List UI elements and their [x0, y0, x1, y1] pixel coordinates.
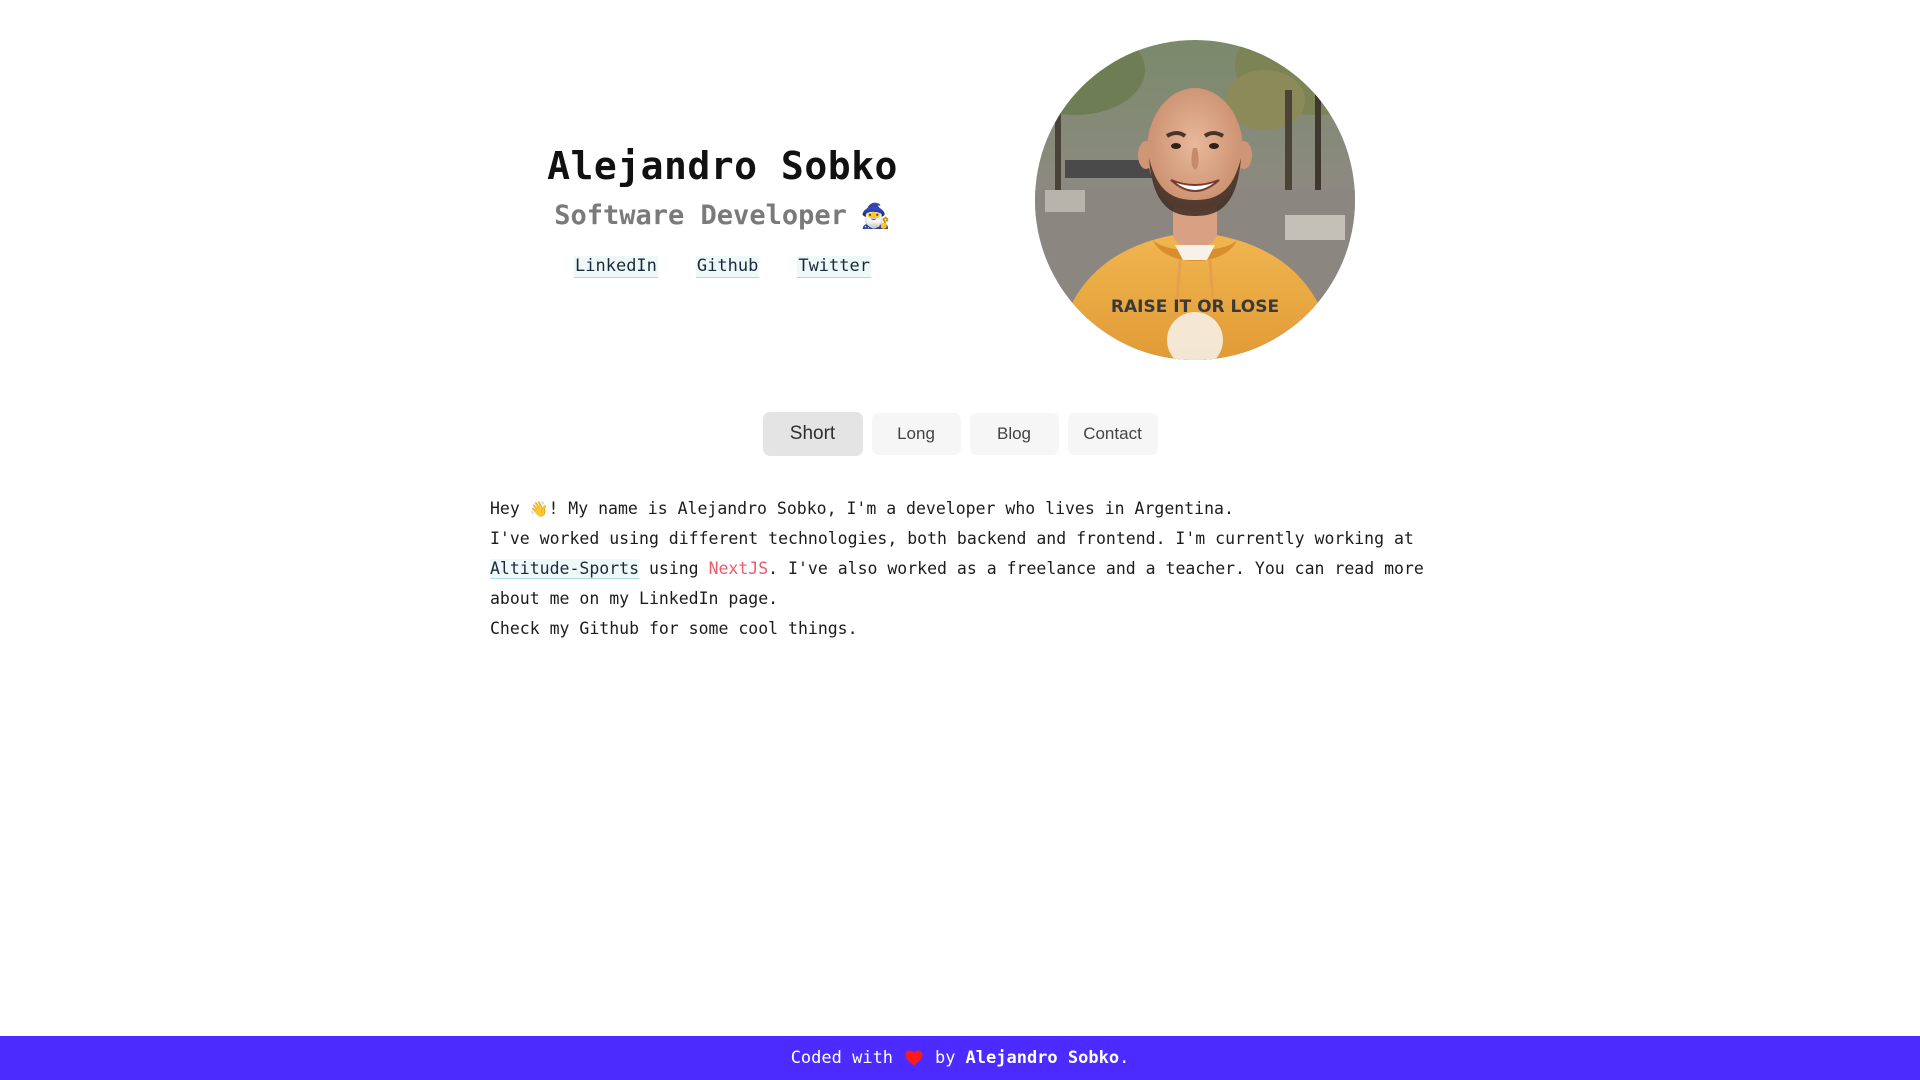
footer: Coded with by Alejandro Sobko.: [0, 1036, 1920, 1080]
subtitle-role: Software Developer 🧙‍♂️: [500, 196, 945, 236]
bio-line-4: about me on my LinkedIn page.: [490, 589, 779, 608]
section-tabs: Short Long Blog Contact: [0, 412, 1920, 456]
footer-by: by: [935, 1048, 956, 1068]
github-link[interactable]: Github: [695, 256, 760, 278]
short-bio: Hey 👋! My name is Alejandro Sobko, I'm a…: [490, 494, 1430, 644]
tab-blog[interactable]: Blog: [969, 413, 1059, 455]
tab-short[interactable]: Short: [762, 412, 863, 456]
avatar: RAISE IT OR LOSE: [1035, 40, 1355, 360]
waving-hand-icon: 👋: [529, 500, 549, 518]
linkedin-link[interactable]: LinkedIn: [574, 256, 658, 278]
bio-line-3: Altitude-Sports using NextJS. I've also …: [490, 554, 1430, 584]
page-title: Alejandro Sobko: [547, 144, 898, 188]
bio-line-2: I've worked using different technologies…: [490, 529, 1414, 548]
avatar-photo: RAISE IT OR LOSE: [1035, 40, 1355, 360]
tech-highlight: NextJS: [708, 559, 769, 578]
footer-prefix: Coded with: [790, 1048, 894, 1068]
role-label: Software Developer: [554, 200, 847, 231]
bio-line-5: Check my Github for some cool things.: [490, 619, 858, 638]
tab-contact[interactable]: Contact: [1067, 413, 1158, 455]
hero-text: Alejandro Sobko Software Developer 🧙‍♂️ L…: [500, 138, 945, 278]
tab-long[interactable]: Long: [871, 413, 961, 455]
shirt-print: RAISE IT OR LOSE: [1111, 297, 1279, 317]
twitter-link[interactable]: Twitter: [797, 256, 871, 278]
bio-text: using: [639, 559, 709, 578]
footer-author: Alejandro Sobko: [965, 1048, 1120, 1068]
company-link[interactable]: Altitude-Sports: [490, 559, 640, 579]
footer-suffix: .: [1119, 1048, 1130, 1068]
wizard-emoji-icon: 🧙‍♂️: [860, 202, 891, 230]
bio-text: Hey: [490, 499, 530, 518]
bio-line-1: Hey 👋! My name is Alejandro Sobko, I'm a…: [490, 494, 1430, 524]
social-links: LinkedIn Github Twitter: [500, 256, 945, 278]
bio-text: . I've also worked as a freelance and a …: [768, 559, 1424, 578]
heart-icon: [905, 1050, 923, 1066]
bio-text: ! My name is Alejandro Sobko, I'm a deve…: [548, 499, 1234, 518]
